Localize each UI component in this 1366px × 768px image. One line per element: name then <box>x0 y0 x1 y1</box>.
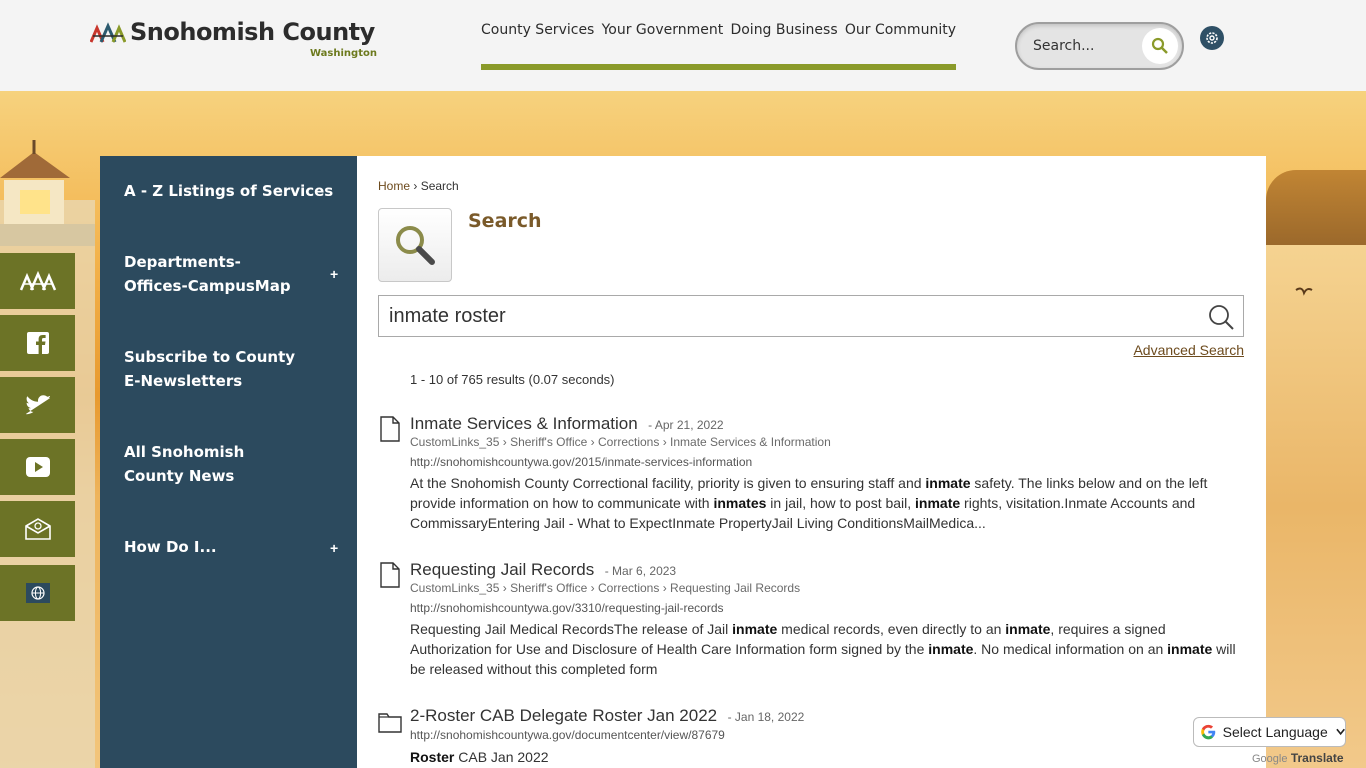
search-icon <box>1151 37 1168 54</box>
advanced-search-link[interactable]: Advanced Search <box>1133 342 1244 358</box>
highlight-term: inmate <box>928 641 974 657</box>
leftnav-az-listings[interactable]: A - Z Listings of Services <box>124 179 344 203</box>
page-title: Search <box>468 210 542 232</box>
result-title-row: Inmate Services & Information - Apr 21, … <box>410 414 724 434</box>
site-header: Snohomish County Washington County Servi… <box>0 0 1366 91</box>
nav-your-government[interactable]: Your Government <box>602 22 724 38</box>
social-translate-button[interactable] <box>0 565 75 621</box>
logo-subtitle: Washington <box>310 48 377 59</box>
gear-icon <box>1206 32 1218 44</box>
nav-doing-business[interactable]: Doing Business <box>730 22 837 38</box>
search-submit-icon[interactable] <box>1207 303 1235 331</box>
breadcrumb: Home › Search <box>378 179 459 193</box>
leftnav-all-news[interactable]: All Snohomish County News <box>124 440 304 488</box>
result-url[interactable]: http://snohomishcountywa.gov/2015/inmate… <box>410 455 752 469</box>
email-icon <box>24 518 51 540</box>
highlight-term: inmates <box>713 495 767 511</box>
result-path-item: Sheriff's Office <box>510 581 588 595</box>
main-content: Home › Search Search Advanced Search 1 -… <box>357 156 1266 768</box>
youtube-icon <box>25 457 50 477</box>
result-url[interactable]: http://snohomishcountywa.gov/documentcen… <box>410 728 725 742</box>
highlight-term: inmate <box>925 475 971 491</box>
left-navigation: A - Z Listings of Services Departments-O… <box>100 156 357 768</box>
nav-county-services[interactable]: County Services <box>481 22 594 38</box>
social-youtube-button[interactable] <box>0 439 75 495</box>
globe-icon <box>30 586 45 600</box>
language-select-label: Select Language <box>1222 724 1328 740</box>
result-path-item: CustomLinks_35 <box>410 581 500 595</box>
result-path-item: CustomLinks_35 <box>410 435 500 449</box>
social-county-button[interactable] <box>0 253 75 309</box>
result-path-item: Corrections <box>597 581 660 595</box>
breadcrumb-current: Search <box>420 179 459 193</box>
result-path: CustomLinks_35 › Sheriff's Office › Corr… <box>410 435 831 449</box>
highlight-term: inmate <box>915 495 961 511</box>
leftnav-how-do-i-expand-button[interactable]: + <box>330 540 344 556</box>
leftnav-departments[interactable]: Departments-Offices-CampusMap <box>124 250 304 298</box>
document-icon <box>380 416 400 442</box>
leftnav-subscribe[interactable]: Subscribe to County E-Newsletters <box>124 345 304 393</box>
result-url[interactable]: http://snohomishcountywa.gov/3310/reques… <box>410 601 724 615</box>
bird-image <box>1295 287 1313 296</box>
header-search <box>1015 22 1184 70</box>
highlight-term: inmate <box>1167 641 1213 657</box>
search-query-input[interactable] <box>389 304 1189 328</box>
search-page-icon-box <box>378 208 452 282</box>
google-credit: Google <box>1252 753 1288 765</box>
result-title-link[interactable]: Requesting Jail Records <box>410 560 594 579</box>
highlight-term: Roster <box>410 749 455 765</box>
translate-credit-label: Translate <box>1290 751 1344 765</box>
search-query-box <box>378 295 1244 337</box>
main-navigation: County Services Your Government Doing Bu… <box>481 22 956 71</box>
social-twitter-button[interactable] <box>0 377 75 433</box>
highlight-term: inmate <box>732 621 778 637</box>
result-date: - Jan 18, 2022 <box>727 710 805 724</box>
result-date: - Apr 21, 2022 <box>648 418 724 432</box>
result-path-item: Requesting Jail Records <box>670 581 801 595</box>
magnifier-icon <box>396 226 435 265</box>
header-search-button[interactable] <box>1142 28 1178 64</box>
nav-our-community[interactable]: Our Community <box>845 22 956 38</box>
result-snippet: Roster CAB Jan 2022 <box>410 749 549 765</box>
facebook-icon <box>26 332 49 354</box>
highlight-term: inmate <box>1005 621 1051 637</box>
social-facebook-button[interactable] <box>0 315 75 371</box>
result-title-row: 2-Roster CAB Delegate Roster Jan 2022 - … <box>410 706 804 726</box>
header-search-input[interactable] <box>1033 36 1143 56</box>
background-sea <box>1266 245 1366 768</box>
breadcrumb-separator: › <box>413 179 418 193</box>
nav-accent-bar <box>481 64 956 70</box>
result-date: - Mar 6, 2023 <box>604 564 677 578</box>
twitter-icon <box>25 395 50 415</box>
breadcrumb-home-link[interactable]: Home <box>378 179 410 193</box>
result-path: CustomLinks_35 › Sheriff's Office › Corr… <box>410 581 801 595</box>
chevron-down-icon <box>1336 728 1345 736</box>
translate-credit: Google Translate <box>1252 751 1344 765</box>
result-path-item: Inmate Services & Information <box>670 435 831 449</box>
document-icon <box>380 562 400 588</box>
background-treeline <box>1266 170 1366 248</box>
county-logo[interactable]: Snohomish County Washington <box>88 18 388 64</box>
result-path-item: Sheriff's Office <box>510 435 588 449</box>
county-logo-icon <box>19 270 56 291</box>
leftnav-how-do-i[interactable]: How Do I... <box>124 535 324 559</box>
result-path-item: Corrections <box>597 435 660 449</box>
result-snippet: At the Snohomish County Correctional fac… <box>410 475 1208 531</box>
result-title-row: Requesting Jail Records - Mar 6, 2023 <box>410 560 676 580</box>
globe-icon-box <box>25 583 50 603</box>
county-logo-mark-icon <box>90 22 126 43</box>
leftnav-departments-expand-button[interactable]: + <box>330 266 344 282</box>
logo-text: Snohomish County <box>130 18 375 46</box>
social-email-button[interactable] <box>0 501 75 557</box>
result-title-link[interactable]: Inmate Services & Information <box>410 414 638 433</box>
result-title-link[interactable]: 2-Roster CAB Delegate Roster Jan 2022 <box>410 706 717 725</box>
settings-button[interactable] <box>1200 26 1224 50</box>
google-g-icon <box>1201 724 1216 740</box>
result-snippet: Requesting Jail Medical RecordsThe relea… <box>410 621 1236 677</box>
language-select[interactable]: Select Language <box>1193 717 1346 747</box>
folder-icon <box>378 713 402 733</box>
results-count: 1 - 10 of 765 results (0.07 seconds) <box>410 372 615 387</box>
